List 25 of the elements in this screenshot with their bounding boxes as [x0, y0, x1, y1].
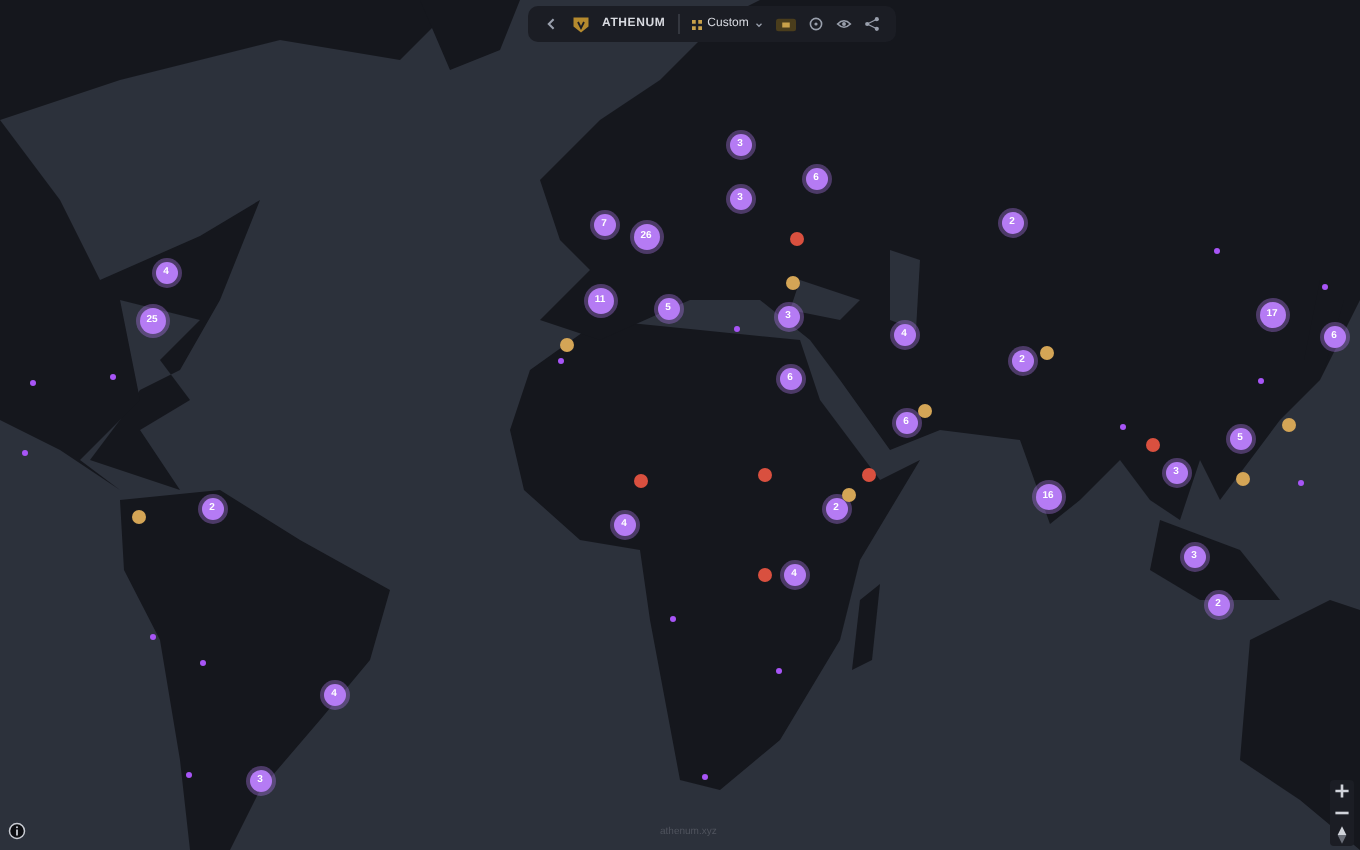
target-icon[interactable] [808, 16, 825, 32]
grid-icon [691, 19, 702, 29]
map-marker[interactable] [1213, 247, 1219, 253]
zoom-in-icon[interactable] [1330, 780, 1354, 802]
map-marker[interactable] [185, 771, 191, 777]
map-marker[interactable] [1257, 377, 1263, 383]
map-marker[interactable] [701, 773, 707, 779]
map-marker[interactable] [199, 659, 205, 665]
map-marker[interactable] [21, 449, 27, 455]
info-icon[interactable] [8, 822, 26, 840]
share-icon[interactable] [864, 16, 881, 32]
logo-icon [572, 15, 590, 33]
chevron-left-icon[interactable] [544, 16, 560, 32]
map-marker[interactable] [557, 357, 563, 363]
map-marker[interactable] [109, 373, 115, 379]
map-marker[interactable] [1321, 283, 1327, 289]
map-marker[interactable] [1297, 479, 1303, 485]
eye-icon[interactable] [836, 16, 853, 32]
caret-icon [754, 19, 765, 29]
map-marker[interactable] [775, 667, 781, 673]
map-marker[interactable] [29, 379, 35, 385]
map-marker[interactable] [669, 615, 675, 621]
map-marker[interactable] [733, 325, 739, 331]
map-marker[interactable] [149, 633, 155, 639]
map-marker[interactable] [1119, 423, 1125, 429]
